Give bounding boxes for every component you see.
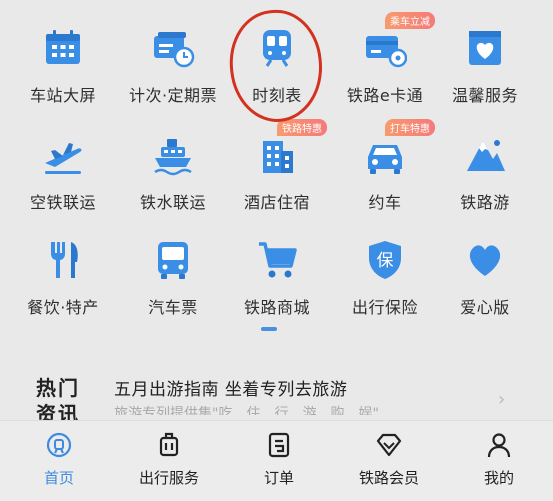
ticket-clock-icon <box>151 26 195 70</box>
tab-label: 出行服务 <box>138 469 199 487</box>
grid-item-label: 汽车票 <box>148 298 198 317</box>
grid-item-rail-water[interactable]: 铁水联运 <box>118 115 228 215</box>
calendar-screen-icon <box>41 26 85 70</box>
luggage-icon <box>155 431 183 459</box>
grid-item-timetable[interactable]: 时刻表 <box>222 8 332 108</box>
cart-icon <box>255 238 299 282</box>
grid-item-label: 铁水联运 <box>139 193 206 212</box>
tab-orders[interactable]: 订单 <box>224 421 334 501</box>
grid-item-label: 餐饮·特产 <box>27 298 99 317</box>
grid-item-care-mode[interactable]: 爱心版 <box>430 220 540 320</box>
diamond-icon <box>375 431 403 459</box>
grid-item-warm-service[interactable]: 温馨服务 <box>430 8 540 108</box>
e-card-icon: 乘车立减 <box>363 12 435 70</box>
grid-item-label: 约车 <box>368 193 402 212</box>
tab-membership[interactable]: 铁路会员 <box>334 421 444 501</box>
news-subtitle: 旅游专列提供集"吃、住、行、游、购、娱" <box>114 406 379 415</box>
car-icon: 打车特惠 <box>363 119 435 177</box>
ship-icon <box>151 133 195 177</box>
bottom-tab-bar: 首页 出行服务 订单 铁路会员 我的 <box>0 420 553 501</box>
home-icon <box>45 431 73 459</box>
heart-icon <box>463 238 507 282</box>
grid-item-label: 铁路游 <box>460 193 510 212</box>
grid-item-label: 空铁联运 <box>29 193 96 212</box>
chevron-right-icon[interactable]: › <box>498 389 505 410</box>
grid-item-food[interactable]: 餐饮·特产 <box>8 220 118 320</box>
tab-label: 订单 <box>263 469 294 487</box>
grid-item-label: 计次·定期票 <box>128 86 218 105</box>
page-indicator <box>261 327 277 331</box>
news-title[interactable]: 五月出游指南 坐着专列去旅游 <box>114 375 347 400</box>
grid-item-rail-travel[interactable]: 铁路游 <box>430 115 540 215</box>
grid-item-label: 酒店住宿 <box>243 193 310 212</box>
service-grid: 车站大屏 计次·定期票 时刻表 乘车立减 铁路e卡通 温馨服务 空铁联运 铁水联… <box>0 0 553 330</box>
grid-item-label: 时刻表 <box>252 86 302 105</box>
promo-badge: 铁路特惠 <box>277 119 327 136</box>
grid-item-label: 爱心版 <box>460 298 510 317</box>
grid-item-label: 温馨服务 <box>451 86 518 105</box>
news-tag-line1: 热门 <box>36 376 80 400</box>
grid-item-rail-mall[interactable]: 铁路商城 <box>222 220 332 320</box>
airplane-icon <box>41 133 85 177</box>
tab-mine[interactable]: 我的 <box>444 421 553 501</box>
heart-box-icon <box>463 26 507 70</box>
grid-item-label: 铁路e卡通 <box>346 86 424 105</box>
shield-icon-text: 保 <box>377 251 394 271</box>
grid-item-label: 出行保险 <box>351 298 418 317</box>
promo-badge: 打车特惠 <box>385 119 435 136</box>
hotel-icon: 铁路特惠 <box>255 119 327 177</box>
order-icon <box>265 431 293 459</box>
grid-item-label: 车站大屏 <box>29 86 96 105</box>
grid-item-air-rail[interactable]: 空铁联运 <box>8 115 118 215</box>
grid-item-e-card[interactable]: 乘车立减 铁路e卡通 <box>330 8 440 108</box>
fork-knife-icon <box>41 238 85 282</box>
tab-home[interactable]: 首页 <box>4 421 114 501</box>
grid-item-hotel[interactable]: 铁路特惠 酒店住宿 <box>222 115 332 215</box>
train-icon <box>255 26 299 70</box>
grid-item-insurance[interactable]: 保 出行保险 <box>330 220 440 320</box>
bus-icon <box>151 238 195 282</box>
tab-travel-services[interactable]: 出行服务 <box>114 421 224 501</box>
promo-badge: 乘车立减 <box>385 12 435 29</box>
tab-label: 铁路会员 <box>358 469 419 487</box>
tab-label: 首页 <box>43 469 74 487</box>
tab-label: 我的 <box>483 469 514 487</box>
grid-item-label: 铁路商城 <box>243 298 310 317</box>
shield-icon: 保 <box>363 238 407 282</box>
grid-item-periodic-ticket[interactable]: 计次·定期票 <box>118 8 228 108</box>
mountain-icon <box>463 133 507 177</box>
user-icon <box>485 431 513 459</box>
news-banner[interactable]: 热门 资讯 五月出游指南 坐着专列去旅游 旅游专列提供集"吃、住、行、游、购、娱… <box>0 355 553 426</box>
grid-item-bus-ticket[interactable]: 汽车票 <box>118 220 228 320</box>
grid-item-ride-hailing[interactable]: 打车特惠 约车 <box>330 115 440 215</box>
grid-item-station-screen[interactable]: 车站大屏 <box>8 8 118 108</box>
